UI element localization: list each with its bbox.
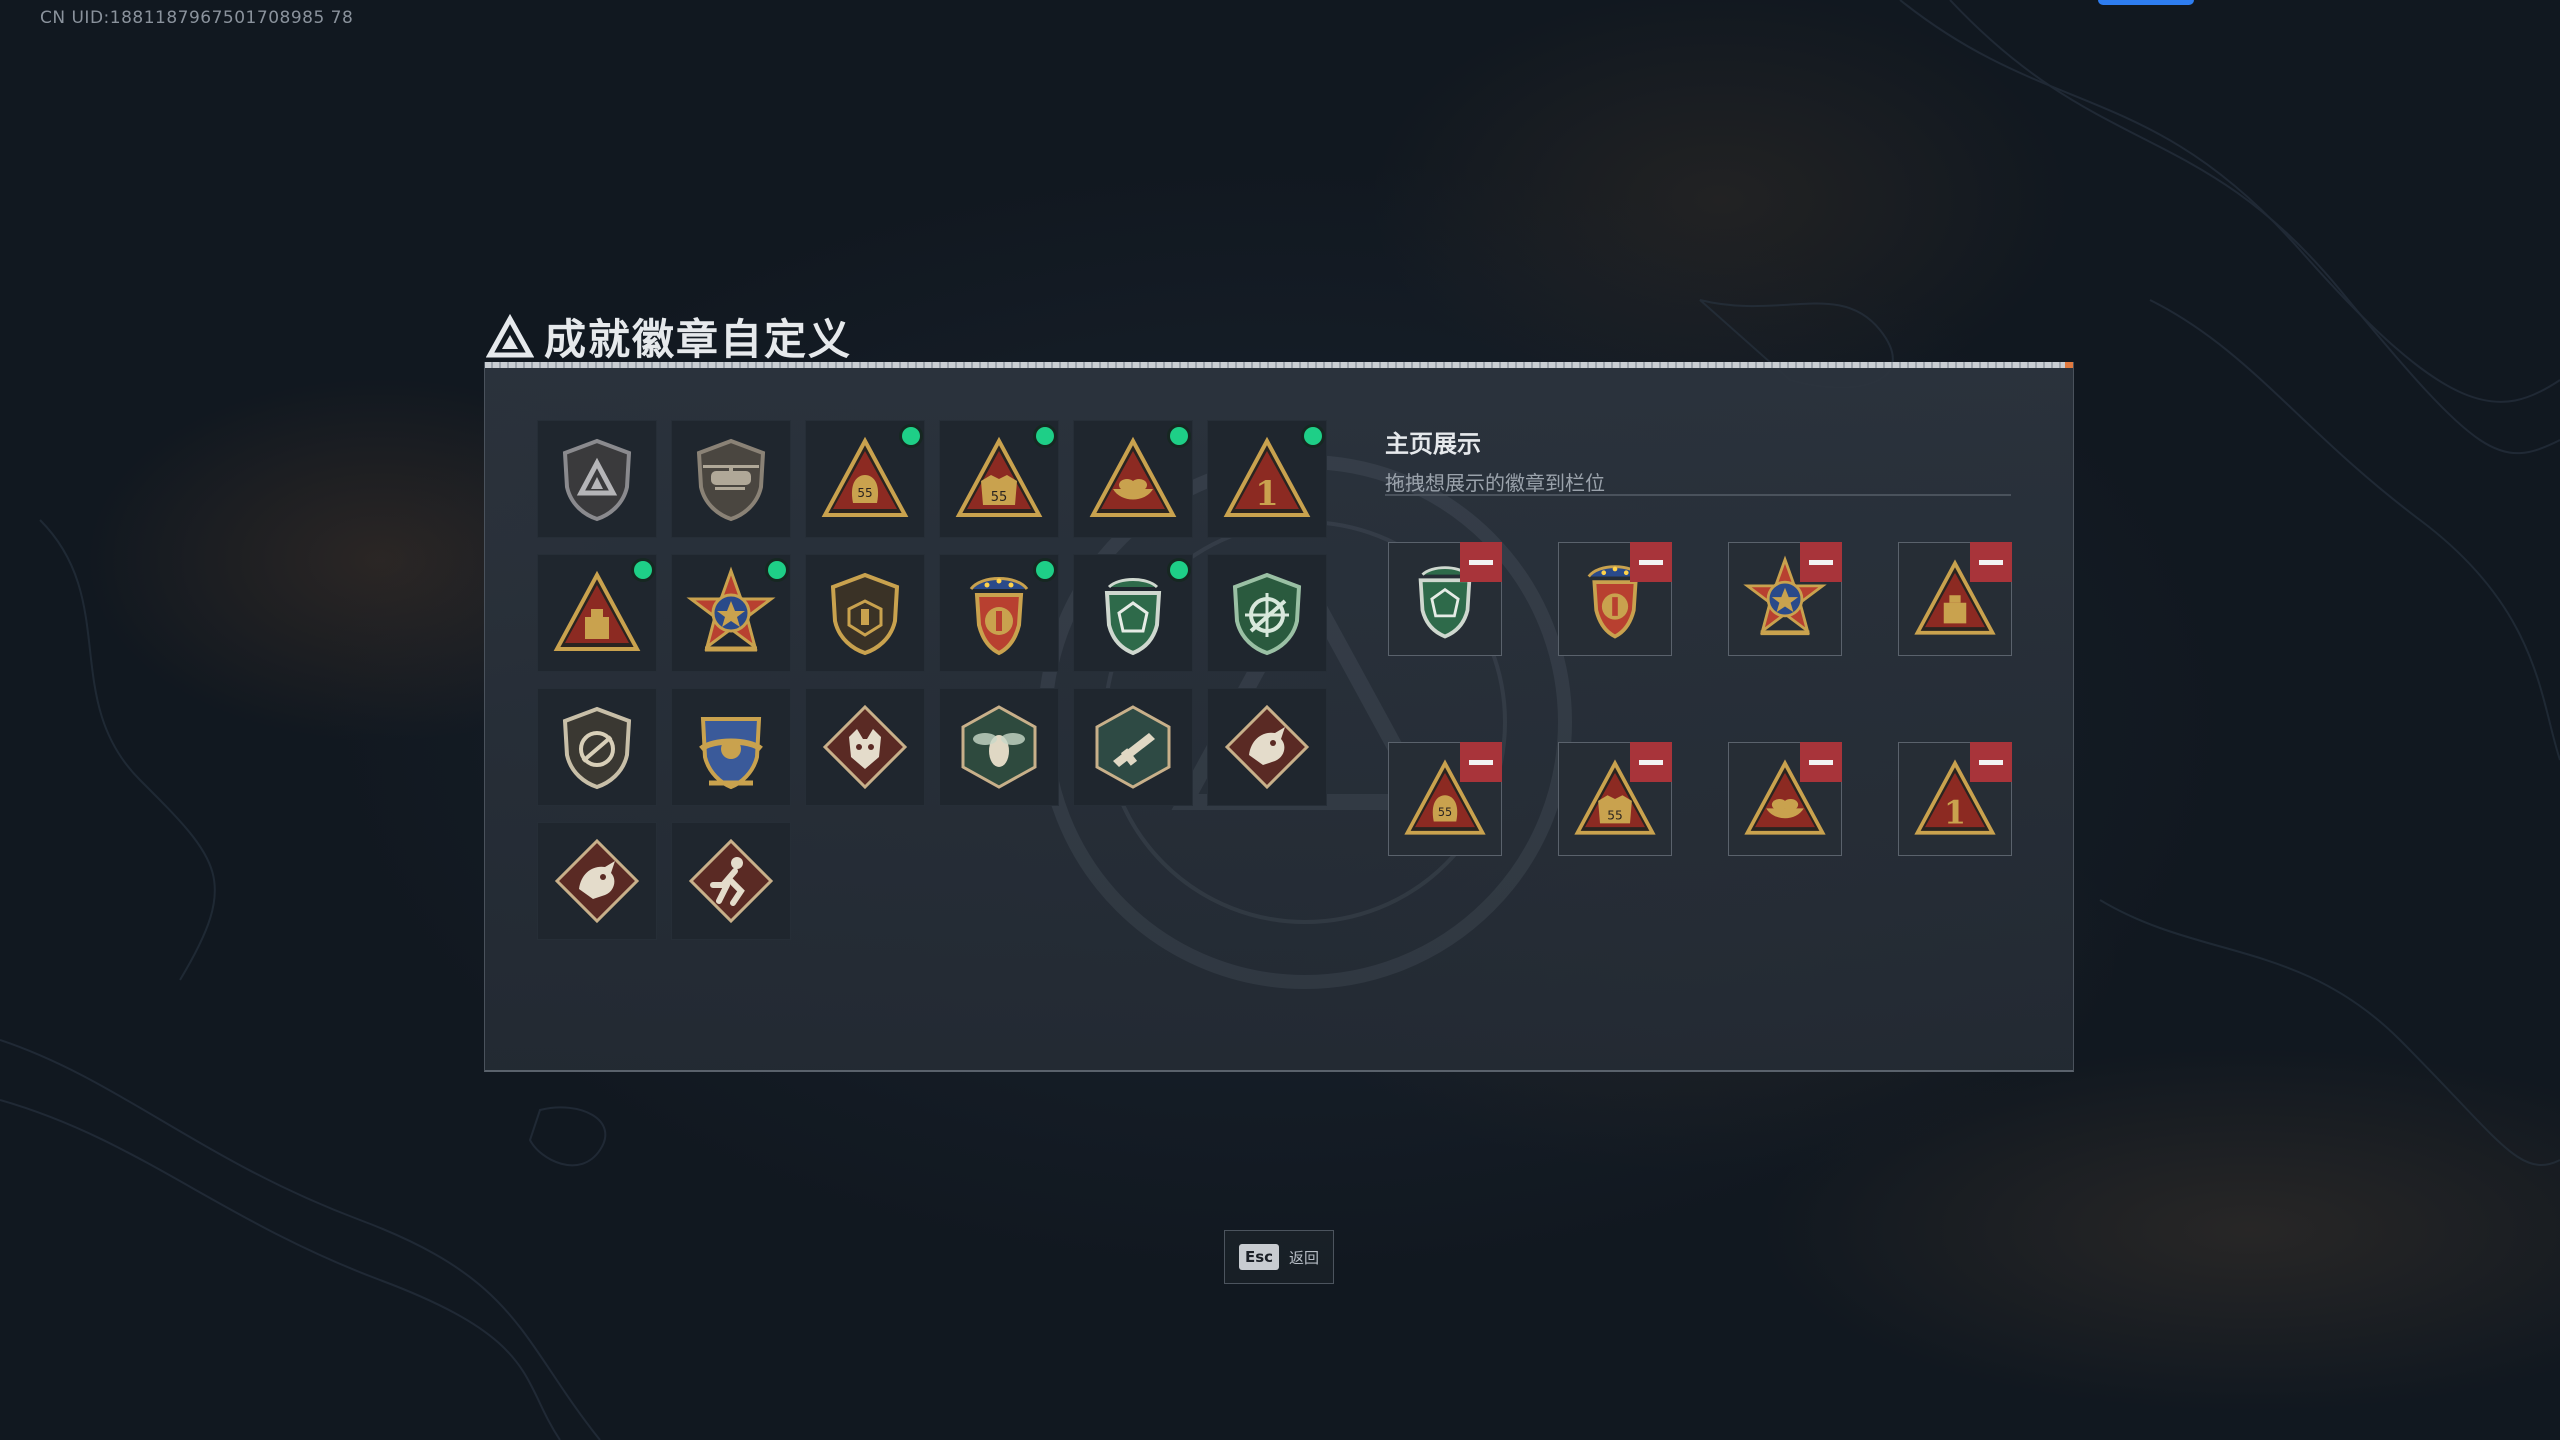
badge-item[interactable]: 55 [939,420,1059,538]
badge-item[interactable] [1073,554,1193,672]
remove-badge-button[interactable] [1800,542,1842,582]
badge-item[interactable] [1207,554,1327,672]
gold-crate-badge-icon [553,570,641,651]
remove-badge-button[interactable] [1630,742,1672,782]
dragon-diamond-badge-icon [1224,704,1310,790]
new-indicator-dot [1170,427,1188,445]
showcase-slot[interactable] [1898,542,2012,656]
badge-item[interactable] [537,822,657,940]
rifle-hex-badge-icon [1095,705,1171,789]
helicopter-shield-badge-icon [696,438,766,522]
minus-icon [1979,559,2003,565]
new-indicator-dot [768,561,786,579]
gold-shield-badge-icon [830,572,900,656]
svg-text:55: 55 [1438,806,1452,819]
showcase-slot[interactable]: 55 [1388,742,1502,856]
svg-text:55: 55 [1607,809,1623,823]
badge-item[interactable] [939,688,1059,806]
shield-triangle-badge-icon [562,438,632,522]
star-crest-badge-icon [969,577,1029,656]
badge-item[interactable] [537,554,657,672]
gold-vest-55-badge-icon: 55 [955,436,1043,517]
panel-header: 成就徽章自定义 [486,306,852,367]
badge-item[interactable] [805,688,925,806]
svg-text:1: 1 [1944,793,1966,831]
showcase-title: 主页展示 [1385,430,1481,458]
new-indicator-dot [634,561,652,579]
gold-ingot-badge-icon [1089,436,1177,517]
runner-diamond-badge-icon [688,838,774,924]
green-gem-shield-badge-icon [1104,578,1162,656]
minus-icon [1979,759,2003,765]
back-button[interactable]: Esc 返回 [1224,1230,1334,1284]
top-tab-button[interactable] [2098,0,2194,5]
badge-collection-grid: 55 55 1 [537,420,1337,970]
remove-badge-button[interactable] [1460,542,1502,582]
dragon-diamond-badge-icon [554,838,640,924]
wolf-diamond-badge-icon [822,704,908,790]
badge-customize-panel: 55 55 1 主页展示 拖拽想展示的徽章到栏位 55 55 1 [484,362,2074,1072]
showcase-slot[interactable] [1388,542,1502,656]
badge-item[interactable] [537,420,657,538]
svg-text:55: 55 [991,490,1008,505]
panel-top-bar [485,362,2073,368]
no-rifle-shield-badge-icon [562,706,632,790]
new-indicator-dot [1036,561,1054,579]
new-indicator-dot [902,427,920,445]
remove-badge-button[interactable] [1630,542,1672,582]
minus-icon [1809,559,1833,565]
green-crosshair-badge-icon [1232,572,1302,656]
showcase-divider [1385,494,2011,496]
minus-icon [1639,759,1663,765]
wasp-hex-badge-icon [961,705,1037,789]
badge-item[interactable] [1207,688,1327,806]
badge-item[interactable] [671,822,791,940]
triangle-logo-icon [486,313,534,357]
showcase-subtitle: 拖拽想展示的徽章到栏位 [1385,471,1605,495]
gold-number-one-badge-icon: 1 [1223,436,1311,517]
remove-badge-button[interactable] [1800,742,1842,782]
showcase-header: 主页展示 拖拽想展示的徽章到栏位 [1385,424,2011,496]
remove-badge-button[interactable] [1970,742,2012,782]
minus-icon [1469,559,1493,565]
user-uid: CN UID:1881187967501708985 78 [40,8,354,28]
minus-icon [1469,759,1493,765]
back-label: 返回 [1289,1248,1320,1267]
gold-bag-55-badge-icon: 55 [821,436,909,517]
new-indicator-dot [1304,427,1322,445]
svg-text:55: 55 [857,486,872,500]
badge-item[interactable]: 55 [805,420,925,538]
new-indicator-dot [1036,427,1054,445]
remove-badge-button[interactable] [1460,742,1502,782]
minus-icon [1809,759,1833,765]
showcase-slot[interactable] [1728,742,1842,856]
blue-wing-crest-badge-icon [699,717,763,790]
new-indicator-dot [1170,561,1188,579]
showcase-slot[interactable]: 55 [1558,742,1672,856]
remove-badge-button[interactable] [1970,542,2012,582]
badge-item[interactable]: 1 [1207,420,1327,538]
badge-item[interactable] [805,554,925,672]
badge-item[interactable] [671,554,791,672]
showcase-slot[interactable]: 1 [1898,742,2012,856]
svg-text:1: 1 [1255,474,1279,514]
badge-item[interactable] [1073,420,1193,538]
badge-item[interactable] [671,688,791,806]
star-medal-badge-icon [686,566,776,652]
badge-item[interactable] [537,688,657,806]
badge-item[interactable] [1073,688,1193,806]
esc-key-icon: Esc [1238,1244,1280,1270]
minus-icon [1639,559,1663,565]
showcase-slot[interactable] [1728,542,1842,656]
page-title: 成就徽章自定义 [544,315,853,364]
badge-item[interactable] [939,554,1059,672]
badge-item[interactable] [671,420,791,538]
showcase-slot[interactable] [1558,542,1672,656]
